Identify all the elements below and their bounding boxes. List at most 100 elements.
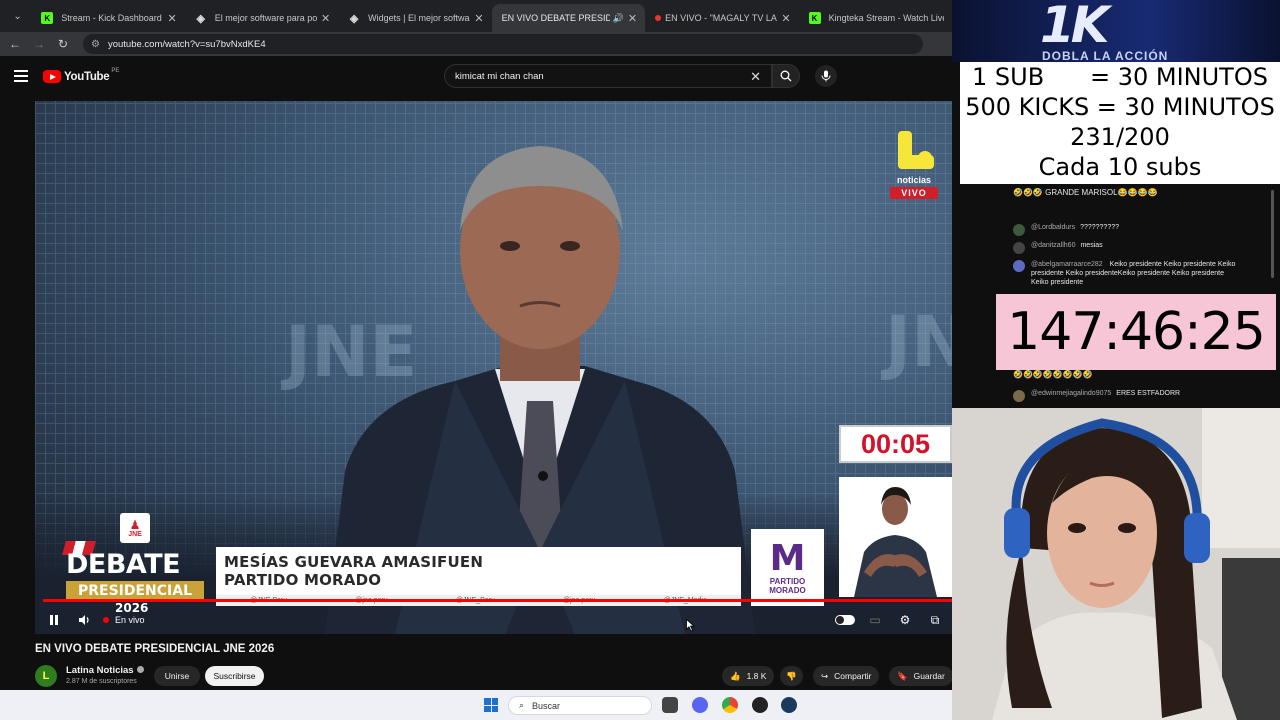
- chat-text: 🤣🤣🤣 GRANDE MARISOL😂😂😂😂: [1013, 188, 1158, 197]
- miniplayer-button[interactable]: ⧉: [920, 606, 950, 634]
- pause-icon: [50, 615, 58, 625]
- subscriber-count: 2.87 M de suscriptores: [66, 678, 137, 685]
- chat-text: mesias: [1080, 242, 1103, 249]
- address-bar-row: ← → ↻ ⚙ youtube.com/watch?v=su7bvNxdKE4: [0, 32, 952, 56]
- site-info-icon[interactable]: ⚙: [91, 39, 100, 50]
- chat-message: 🤣🤣🤣🤣🤣🤣🤣🤣: [1013, 370, 1093, 379]
- settings-button[interactable]: ⚙: [890, 606, 920, 634]
- dislike-button[interactable]: 👎: [780, 666, 803, 686]
- mouse-cursor-icon: [686, 619, 695, 632]
- chat-text-block: @abelgamarraarce282 Keiko presidente Kei…: [1031, 260, 1243, 287]
- crest-label: JNE: [128, 530, 142, 538]
- steam-icon[interactable]: [781, 697, 797, 713]
- close-icon[interactable]: ✕: [628, 12, 637, 25]
- tab-search-button[interactable]: ⌄: [6, 4, 29, 28]
- obs-icon[interactable]: [752, 697, 768, 713]
- avatar: [1013, 390, 1025, 402]
- chat-scrollbar[interactable]: [1271, 190, 1274, 278]
- debate-subtitle: PRESIDENCIAL: [66, 581, 204, 601]
- chat-username: @edwinmejiagalindo9075: [1031, 390, 1112, 397]
- overlay-banner: 1K DOBLA LA ACCIÓN: [952, 0, 1280, 62]
- browser-tab[interactable]: K Kingteka Stream - Watch Live o: [799, 4, 952, 32]
- autoplay-toggle[interactable]: [830, 606, 860, 634]
- windows-start-icon[interactable]: [484, 698, 498, 712]
- kick-icon: K: [41, 12, 54, 24]
- chat-text: 🤣🤣🤣🤣🤣🤣🤣🤣: [1013, 370, 1093, 379]
- browser-tab[interactable]: K Stream - Kick Dashboard ✕: [31, 4, 184, 32]
- search-button[interactable]: [772, 64, 800, 88]
- back-arrow-icon[interactable]: ←: [3, 37, 27, 51]
- avatar: [1013, 260, 1025, 272]
- clear-search-icon[interactable]: ✕: [750, 69, 761, 85]
- live-indicator[interactable]: En vivo: [103, 615, 145, 625]
- voice-search-button[interactable]: [815, 65, 837, 87]
- kick-icon: K: [808, 12, 821, 24]
- chat-username: @danitzallh60: [1031, 242, 1076, 249]
- search-input-value: kimicat mi chan chan: [455, 70, 544, 82]
- live-dot-icon: [103, 617, 109, 623]
- tab-title: El mejor software para potencia: [214, 13, 317, 23]
- speaker-icon[interactable]: 🔊: [613, 13, 624, 24]
- avatar: [1013, 242, 1025, 254]
- browser-tab[interactable]: EN VIVO - "MAGALY TV LA ✕: [645, 4, 798, 32]
- save-label: Guardar: [913, 671, 945, 681]
- join-button[interactable]: Unirse: [154, 666, 200, 686]
- menu-icon[interactable]: [14, 70, 28, 85]
- search-input[interactable]: kimicat mi chan chan ✕: [444, 64, 772, 88]
- subscribe-button[interactable]: Suscribirse: [205, 666, 264, 686]
- save-button[interactable]: 🔖 Guardar: [889, 666, 953, 686]
- close-icon[interactable]: ✕: [781, 12, 790, 25]
- tab-title: Widgets | El mejor software par: [368, 13, 470, 23]
- youtube-icon: [43, 70, 61, 83]
- diamond-icon: ◈: [196, 12, 205, 25]
- task-view-icon[interactable]: [662, 697, 678, 713]
- channel-name-row[interactable]: Latina Noticias: [66, 665, 144, 676]
- gear-icon: ⚙: [899, 613, 911, 627]
- network-logo: noticias VIVO: [890, 131, 938, 199]
- streamer-figure: [952, 408, 1280, 720]
- browser-tab[interactable]: ◈ Widgets | El mejor software par ✕: [338, 4, 491, 32]
- toggle-icon: [835, 615, 855, 625]
- browser-tab-active[interactable]: EN VIVO DEBATE PRESIDENCIA 🔊 ✕: [491, 4, 646, 32]
- search-icon: ⌕: [519, 700, 525, 710]
- progress-bar[interactable]: [43, 599, 952, 602]
- tab-title: EN VIVO - "MAGALY TV LA: [665, 13, 777, 23]
- volume-button[interactable]: [69, 606, 99, 634]
- search-icon: [780, 70, 792, 82]
- youtube-logo[interactable]: YouTube PE: [43, 68, 119, 83]
- channel-avatar[interactable]: L: [35, 665, 57, 687]
- party-logo: M PARTIDO MORADO: [751, 529, 824, 606]
- close-icon[interactable]: ✕: [321, 12, 330, 25]
- share-button[interactable]: ↪ Compartir: [813, 666, 880, 686]
- discord-icon[interactable]: [692, 697, 708, 713]
- people-icon: ♟: [129, 517, 141, 532]
- subtitles-button[interactable]: ▭: [860, 606, 890, 634]
- chrome-icon[interactable]: [722, 697, 738, 713]
- taskbar-search[interactable]: ⌕ Buscar: [508, 696, 652, 715]
- banner-tagline: DOBLA LA ACCIÓN: [1042, 49, 1169, 62]
- forward-arrow-icon[interactable]: →: [27, 37, 51, 51]
- diamond-icon: ◈: [349, 12, 359, 25]
- rule-line: 500 KICKS = 30 MINUTOS: [965, 93, 1275, 121]
- close-icon[interactable]: ✕: [167, 12, 176, 25]
- share-label: Compartir: [834, 671, 872, 681]
- avatar: [1013, 224, 1025, 236]
- like-button[interactable]: 👍 1.8 K: [722, 666, 775, 686]
- channel-name: Latina Noticias: [66, 665, 134, 676]
- youtube-header: YouTube PE kimicat mi chan chan ✕: [0, 56, 952, 98]
- reload-icon[interactable]: ↻: [51, 37, 75, 51]
- taskbar-search-placeholder: Buscar: [532, 700, 561, 711]
- url-field[interactable]: ⚙ youtube.com/watch?v=su7bvNxdKE4: [83, 34, 923, 54]
- sign-language-interpreter: [839, 477, 952, 597]
- chat-text: ??????????: [1080, 224, 1120, 231]
- youtube-wordmark: YouTube: [64, 70, 110, 83]
- pause-button[interactable]: [39, 606, 69, 634]
- browser-tab[interactable]: ◈ El mejor software para potencia ✕: [185, 4, 338, 32]
- url-text: youtube.com/watch?v=su7bvNxdKE4: [107, 38, 266, 50]
- video-player[interactable]: JNE JNE: [35, 101, 952, 634]
- speaker-party: PARTIDO MORADO: [224, 571, 382, 589]
- close-icon[interactable]: ✕: [474, 12, 483, 25]
- debate-logo: ♟ JNE DEBATE PRESIDENCIAL 2026: [60, 513, 210, 615]
- microphone-icon: [821, 70, 831, 82]
- lower-third: MESÍAS GUEVARA AMASIFUEN PARTIDO MORADO: [216, 547, 741, 595]
